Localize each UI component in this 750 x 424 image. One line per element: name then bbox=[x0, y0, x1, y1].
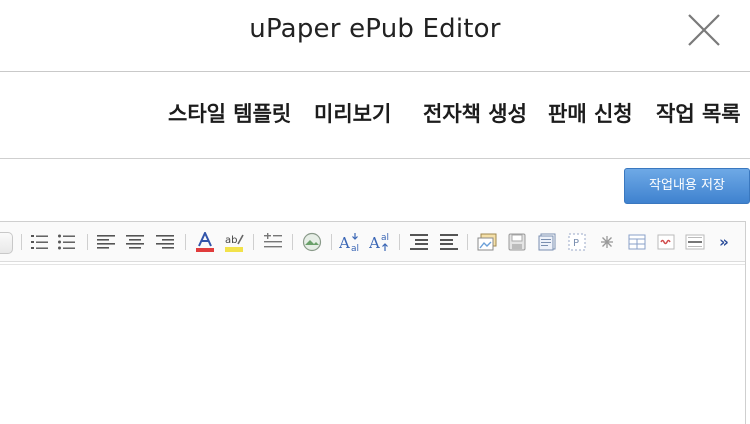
font-size-increase-icon[interactable]: Aal bbox=[368, 231, 392, 253]
horizontal-rule-icon[interactable] bbox=[684, 231, 706, 253]
align-left-icon[interactable] bbox=[96, 231, 116, 253]
menu-item-sales-request[interactable]: 판매 신청 bbox=[548, 98, 633, 128]
menu-item-create-ebook[interactable]: 전자책 생성 bbox=[423, 98, 527, 128]
save-work-button[interactable]: 작업내용 저장 bbox=[624, 168, 750, 204]
table-icon[interactable] bbox=[626, 231, 648, 253]
svg-text:P: P bbox=[573, 238, 579, 249]
svg-text:A: A bbox=[369, 234, 380, 252]
toolbar-separator bbox=[467, 234, 468, 250]
font-size-decrease-icon[interactable]: Aal bbox=[338, 231, 362, 253]
document-icon[interactable] bbox=[536, 231, 558, 253]
save-icon[interactable] bbox=[506, 231, 528, 253]
highlight-color-icon[interactable]: ab bbox=[223, 231, 245, 253]
menu-item-work-list[interactable]: 작업 목록 bbox=[656, 98, 741, 128]
line-height-icon[interactable] bbox=[262, 231, 284, 253]
svg-text:al: al bbox=[351, 244, 359, 253]
special-char-icon[interactable] bbox=[596, 231, 618, 253]
indent-icon[interactable] bbox=[409, 231, 429, 253]
toolbar-separator bbox=[292, 234, 293, 250]
editor-content-area[interactable] bbox=[0, 266, 745, 424]
window-title: uPaper ePub Editor bbox=[249, 14, 501, 44]
toolbar-separator bbox=[87, 234, 88, 250]
menu-bar: 스타일 템플릿 미리보기 전자책 생성 판매 신청 작업 목록 bbox=[0, 73, 750, 159]
editor-toolbar: ab Aal Aal P » bbox=[0, 222, 745, 262]
toolbar-separator bbox=[331, 234, 332, 250]
toolbar-separator bbox=[253, 234, 254, 250]
menu-item-preview[interactable]: 미리보기 bbox=[314, 98, 391, 128]
align-right-icon[interactable] bbox=[155, 231, 175, 253]
toolbar-separator bbox=[399, 234, 400, 250]
menu-item-style-template[interactable]: 스타일 템플릿 bbox=[168, 98, 291, 128]
font-color-icon[interactable] bbox=[194, 231, 216, 253]
rich-text-editor: ab Aal Aal P » bbox=[0, 221, 746, 424]
more-icon[interactable]: » bbox=[715, 231, 733, 253]
page-break-icon[interactable]: P bbox=[566, 231, 588, 253]
outdent-icon[interactable] bbox=[439, 231, 459, 253]
svg-text:ab: ab bbox=[225, 235, 237, 246]
align-center-icon[interactable] bbox=[125, 231, 145, 253]
insert-image-icon[interactable] bbox=[476, 231, 498, 253]
svg-text:al: al bbox=[381, 233, 389, 243]
ordered-list-icon[interactable] bbox=[30, 231, 50, 253]
link-icon[interactable] bbox=[655, 231, 677, 253]
title-bar: uPaper ePub Editor bbox=[0, 0, 750, 72]
toolbar-divider bbox=[0, 264, 745, 265]
svg-text:A: A bbox=[339, 234, 350, 252]
image-icon[interactable] bbox=[301, 231, 323, 253]
toolbar-separator bbox=[185, 234, 186, 250]
style-dropdown-icon[interactable] bbox=[0, 232, 13, 254]
toolbar-separator bbox=[21, 234, 22, 250]
close-icon[interactable] bbox=[684, 10, 724, 50]
unordered-list-icon[interactable] bbox=[57, 231, 77, 253]
